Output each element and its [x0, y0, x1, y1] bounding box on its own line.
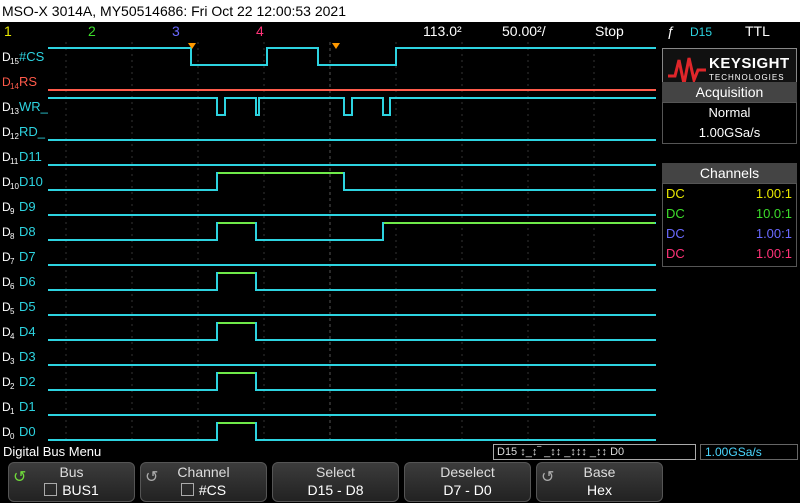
- delay-marker-icon: [332, 43, 340, 49]
- softkey-value: D15 - D8: [307, 482, 364, 498]
- channel-row[interactable]: DC 10.0:1: [663, 204, 796, 224]
- waveform-d6: [48, 272, 656, 291]
- right-panel: KEYSIGHT TECHNOLOGIES Acquisition Normal…: [660, 42, 800, 442]
- channel-id-sub: 8: [10, 232, 15, 241]
- channel-label: D6: [19, 274, 36, 289]
- channel-coupling: DC: [666, 206, 685, 221]
- run-state: Stop: [595, 23, 624, 39]
- menu-title: Digital Bus Menu: [3, 444, 102, 459]
- softkey-label: Base: [583, 464, 616, 480]
- channel-id-sub: 5: [10, 307, 15, 316]
- acquisition-rate: 1.00GSa/s: [698, 125, 761, 140]
- waveform-d4: [48, 322, 656, 341]
- channel-probe-ratio: 1.00:1: [755, 186, 792, 201]
- channel-row[interactable]: DC 1.00:1: [663, 184, 796, 204]
- softkey-label: Channel: [177, 464, 230, 480]
- trigger-slope-icon: ƒ: [667, 23, 675, 39]
- channel-id-sub: 3: [10, 357, 15, 366]
- channel-label: D2: [19, 374, 36, 389]
- select-softkey[interactable]: Select D15 - D8: [272, 462, 399, 502]
- channel-label: #CS: [19, 49, 45, 64]
- channel-label: D3: [19, 349, 36, 364]
- delay-readout[interactable]: 50.00²/: [502, 23, 546, 39]
- acquisition-header: Acquisition: [662, 82, 797, 102]
- channel-2-indicator[interactable]: 2: [88, 23, 96, 39]
- waveform-d8: [48, 222, 656, 241]
- channel-row[interactable]: DC 1.00:1: [663, 224, 796, 244]
- channel-label: D11: [19, 149, 42, 164]
- bus-bit-strip: D15 ↕_↕‾ _↕↕ _↕↕↕ _↕↕ D0: [493, 444, 696, 460]
- trigger-level: TTL: [745, 23, 770, 39]
- waveform-d15: [48, 47, 656, 66]
- channel-label: RS: [19, 74, 37, 89]
- softkey-value: Hex: [587, 482, 612, 498]
- channel-label: D9: [19, 199, 36, 214]
- channel-coupling: DC: [666, 226, 685, 241]
- title-text: MSO-X 3014A, MY50514686: Fri Oct 22 12:0…: [2, 3, 346, 19]
- softkey-bar: ↺ Bus BUS1 ↺ Channel #CS Select D15 - D8…: [0, 461, 800, 503]
- channels-panel: DC 1.00:1 DC 10.0:1 DC 1.00:1 DC 1.00:1: [662, 183, 797, 267]
- softkey-value: #CS: [198, 482, 227, 498]
- channel-label: RD_: [19, 124, 46, 139]
- deselect-softkey[interactable]: Deselect D7 - D0: [404, 462, 531, 502]
- waveform-d0: [48, 422, 656, 441]
- channel-4-indicator[interactable]: 4: [256, 23, 264, 39]
- channel-1-indicator[interactable]: 1: [4, 23, 12, 39]
- channel-coupling: DC: [666, 246, 685, 261]
- checkbox-icon: [180, 483, 194, 496]
- softkey-value: D7 - D0: [443, 482, 492, 498]
- return-icon: ↺: [13, 469, 27, 486]
- bus-softkey[interactable]: ↺ Bus BUS1: [8, 462, 135, 502]
- channel-3-indicator[interactable]: 3: [172, 23, 180, 39]
- timebase-readout[interactable]: 113.0²: [423, 23, 462, 39]
- channel-probe-ratio: 1.00:1: [755, 226, 792, 241]
- menu-bar: Digital Bus Menu D15 ↕_↕‾ _↕↕ _↕↕↕ _↕↕ D…: [0, 443, 800, 461]
- acquisition-panel: Normal 1.00GSa/s: [662, 102, 797, 144]
- channel-label: D0: [19, 424, 36, 439]
- channel-coupling: DC: [666, 186, 685, 201]
- acquisition-mode: Normal: [708, 105, 751, 120]
- return-icon: ↺: [541, 469, 555, 486]
- channel-label: D1: [19, 399, 36, 414]
- channel-label: WR_: [19, 99, 49, 114]
- channel-id-sub: 1: [10, 407, 15, 416]
- return-icon: ↺: [145, 469, 159, 486]
- channel-id-sub: 7: [10, 257, 15, 266]
- softkey-value: BUS1: [62, 482, 99, 498]
- channel-id-sub: 2: [10, 382, 15, 391]
- channel-id-sub: 0: [10, 432, 15, 441]
- channel-row[interactable]: DC 1.00:1: [663, 244, 796, 264]
- waveform-d10: [48, 172, 656, 191]
- channel-id-sub: 11: [10, 157, 19, 166]
- channel-label: D4: [19, 324, 36, 339]
- channel-label: D7: [19, 249, 36, 264]
- softkey-label: Select: [316, 464, 355, 480]
- channel-label: D5: [19, 299, 36, 314]
- trigger-source: D15: [690, 25, 713, 39]
- channel-id-sub: 9: [10, 207, 15, 216]
- channel-id-sub: 6: [10, 282, 15, 291]
- channel-softkey[interactable]: ↺ Channel #CS: [140, 462, 267, 502]
- softkey-label: Bus: [59, 464, 84, 480]
- waveform-display[interactable]: D 15 #CS D 14 RS D 13 WR_ D 12 RD_ D 11 D11 D 10 D10 D 9 D9 D…: [0, 42, 660, 442]
- channel-probe-ratio: 10.0:1: [755, 206, 792, 221]
- channel-label: D8: [19, 224, 36, 239]
- channel-id-sub: 4: [10, 332, 15, 341]
- waveform-d2: [48, 372, 656, 391]
- channels-header: Channels: [662, 163, 797, 183]
- base-softkey[interactable]: ↺ Base Hex: [536, 462, 663, 502]
- logo-name: KEYSIGHT: [709, 55, 790, 72]
- title-bar: MSO-X 3014A, MY50514686: Fri Oct 22 12:0…: [0, 0, 800, 22]
- channel-probe-ratio: 1.00:1: [755, 246, 792, 261]
- waveform-d13: [48, 97, 656, 116]
- waveform-area[interactable]: D 15 #CSD 14 RSD 13 WR_D 12 RD_D 11 D11D 10 D10D 9 D9D…: [0, 42, 660, 442]
- sample-rate-readout: 1.00GSa/s: [700, 444, 798, 460]
- checkbox-icon: [44, 483, 58, 496]
- channel-label: D10: [19, 174, 43, 189]
- status-bar: 1 2 3 4 113.0² 50.00²/ Stop ƒ D15 TTL: [0, 22, 800, 42]
- logo-sub: TECHNOLOGIES: [709, 73, 785, 82]
- softkey-label: Deselect: [440, 464, 495, 480]
